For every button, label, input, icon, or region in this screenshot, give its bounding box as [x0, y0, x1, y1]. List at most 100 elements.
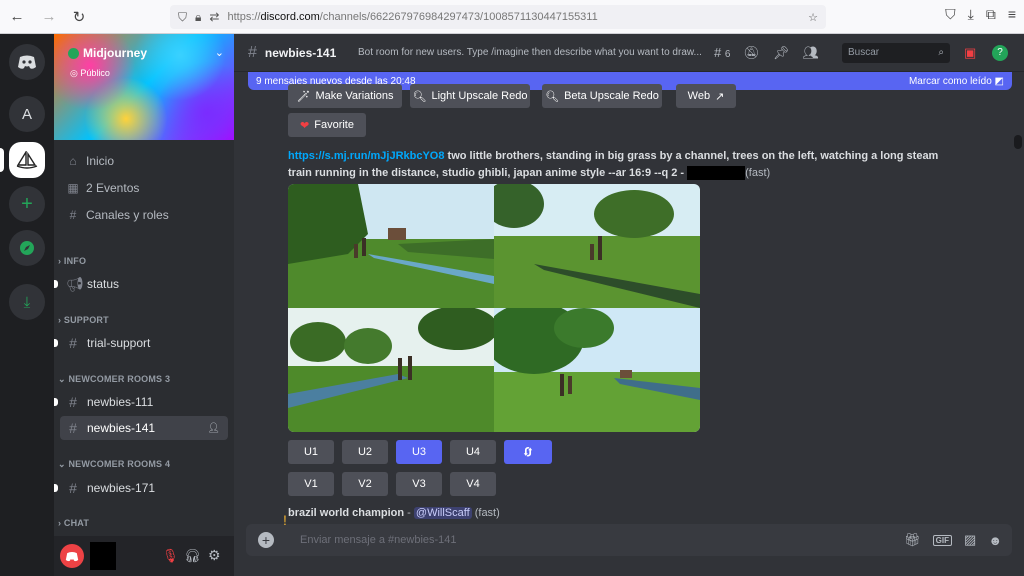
image-tile-3[interactable]: [288, 308, 494, 432]
channel-newbies-141[interactable]: # newbies-141 👤︎: [60, 416, 228, 440]
category-support-label: SUPPORT: [63, 315, 109, 325]
category-newcomer-3[interactable]: ⌄ NEWCOMER ROOMS 3: [58, 374, 170, 385]
add-server-icon[interactable]: +: [9, 186, 45, 222]
channel-sidebar: Midjourney ◎ Público ⌄ ⌂ Inicio ▦ 2 Even…: [54, 34, 234, 576]
reroll-button[interactable]: 🔄︎: [504, 440, 552, 464]
pin-icon[interactable]: 📌︎: [773, 45, 790, 61]
gift-icon[interactable]: 🎁︎: [904, 532, 921, 548]
beta-upscale-redo-button[interactable]: 🔍︎ Beta Upscale Redo: [542, 84, 662, 108]
server-a-icon[interactable]: A: [9, 96, 45, 132]
variation-v2-button[interactable]: V2: [342, 472, 388, 496]
server-banner[interactable]: Midjourney ◎ Público ⌄: [54, 34, 234, 140]
message-input[interactable]: + Enviar mensaje a #newbies-141 🎁︎ GIF ▨…: [246, 524, 1012, 556]
favorite-button[interactable]: ❤ Favorite: [288, 113, 366, 137]
chevron-down-icon[interactable]: ⌄: [215, 46, 224, 59]
permissions-icon: ⇄: [209, 10, 220, 24]
upscale-u3-button[interactable]: U3: [396, 440, 442, 464]
channel-newbies-171[interactable]: # newbies-171: [60, 476, 228, 500]
inbox-icon[interactable]: ▣: [964, 45, 976, 61]
variation-v4-button[interactable]: V4: [450, 472, 496, 496]
channel-trial-support[interactable]: # trial-support: [60, 331, 228, 355]
variation-v3-button[interactable]: V3: [396, 472, 442, 496]
typing-cursor-icon: !: [283, 512, 287, 528]
sticker-icon[interactable]: ▨: [964, 532, 976, 548]
server-header[interactable]: Midjourney: [68, 46, 147, 60]
prompt-text-2: train running in the distance, studio gh…: [288, 167, 688, 179]
category-support[interactable]: › SUPPORT: [58, 315, 109, 325]
upscale-u4-button[interactable]: U4: [450, 440, 496, 464]
reload-icon[interactable]: ↻: [68, 6, 90, 28]
web-label: Web: [687, 90, 711, 102]
user-mention[interactable]: @WillScaff: [413, 507, 472, 519]
downloads-icon[interactable]: ⤓: [968, 6, 974, 23]
prompt-text-1: two little brothers, standing in big gra…: [444, 150, 939, 162]
help-icon[interactable]: ?: [992, 44, 1008, 61]
web-button[interactable]: Web ↗: [676, 84, 736, 108]
u2-label: U2: [357, 446, 373, 458]
search-input[interactable]: Buscar ⌕: [842, 42, 950, 63]
channel-topic[interactable]: Bot room for new users. Type /imagine th…: [358, 47, 708, 58]
upscale-u1-button[interactable]: U1: [288, 440, 334, 464]
notifications-muted-icon[interactable]: 🔕︎: [743, 45, 760, 61]
upload-plus-icon[interactable]: +: [258, 532, 274, 548]
public-label: Público: [80, 68, 110, 78]
v2-label: V2: [358, 478, 372, 490]
favorite-label: Favorite: [314, 119, 354, 131]
avatar[interactable]: [60, 544, 84, 568]
u1-label: U1: [303, 446, 319, 458]
back-icon[interactable]: ←: [6, 6, 28, 28]
nav-home[interactable]: ⌂ Inicio: [66, 154, 114, 168]
invite-member-icon[interactable]: 👤︎: [207, 423, 220, 434]
headphones-icon[interactable]: 🎧︎: [184, 548, 201, 564]
bookmark-star-icon[interactable]: ☆: [808, 11, 818, 24]
calendar-icon: ▦: [67, 181, 79, 195]
gif-icon[interactable]: GIF: [932, 534, 953, 546]
extensions-icon[interactable]: ⧉: [986, 6, 996, 23]
category-newcomer-4-label: NEWCOMER ROOMS 4: [68, 459, 171, 469]
light-upscale-redo-label: Light Upscale Redo: [431, 90, 528, 102]
mute-icon[interactable]: 🎙︎: [162, 548, 179, 564]
server-a-label: A: [21, 105, 32, 123]
upscale-u2-button[interactable]: U2: [342, 440, 388, 464]
discord-home-icon[interactable]: [9, 44, 45, 80]
forward-icon[interactable]: →: [38, 6, 60, 28]
hash-icon: #: [69, 335, 77, 351]
threads-hash-icon: #: [248, 43, 257, 61]
scrollbar[interactable]: [1014, 135, 1022, 149]
reroll-icon: 🔄︎: [522, 447, 534, 459]
pocket-icon[interactable]: ⛉: [945, 6, 956, 23]
prompt-link[interactable]: https://s.mj.run/mJjJRkbcYO8: [288, 150, 444, 162]
image-tile-4[interactable]: [494, 308, 700, 432]
message-input-placeholder: Enviar mensaje a #newbies-141: [300, 534, 457, 546]
server-rail: A + ⤓: [0, 34, 54, 576]
image-tile-2[interactable]: [494, 184, 700, 308]
category-newcomer-4[interactable]: ⌄ NEWCOMER ROOMS 4: [58, 459, 170, 470]
category-info[interactable]: › INFO: [58, 256, 86, 266]
image-grid[interactable]: [288, 184, 700, 432]
image-tile-1[interactable]: [288, 184, 494, 308]
explore-icon[interactable]: [9, 230, 45, 266]
emoji-icon[interactable]: ☻: [988, 533, 1002, 548]
variation-v1-button[interactable]: V1: [288, 472, 334, 496]
settings-gear-icon[interactable]: ⚙: [208, 547, 221, 564]
channel-newbies-111[interactable]: # newbies-111: [60, 390, 228, 414]
member-list-icon[interactable]: 👥︎: [802, 45, 819, 61]
nav-channels-roles[interactable]: # Canales y roles: [66, 208, 169, 222]
threads-icon[interactable]: # 6: [714, 45, 730, 60]
download-icon[interactable]: ⤓: [9, 284, 45, 320]
category-chat-label: CHAT: [63, 518, 90, 528]
mark-as-read-button[interactable]: Marcar como leído ◩: [909, 76, 1004, 87]
verified-badge-icon: [68, 47, 79, 59]
v3-label: V3: [412, 478, 426, 490]
channel-status[interactable]: 📢︎ status: [60, 272, 228, 296]
make-variations-button[interactable]: 🪄︎ Make Variations: [288, 84, 402, 108]
heart-icon: ❤: [300, 119, 310, 132]
u3-label: U3: [411, 446, 427, 458]
category-chat[interactable]: › CHAT: [58, 518, 89, 528]
light-upscale-redo-button[interactable]: 🔍︎ Light Upscale Redo: [410, 84, 530, 108]
midjourney-server-icon[interactable]: [9, 142, 45, 178]
v4-label: V4: [466, 478, 480, 490]
address-bar[interactable]: ⛉ 🔒︎ ⇄ https://discord.com/channels/6622…: [170, 5, 826, 29]
menu-icon[interactable]: ≡: [1008, 6, 1016, 23]
nav-events[interactable]: ▦ 2 Eventos: [66, 181, 139, 195]
